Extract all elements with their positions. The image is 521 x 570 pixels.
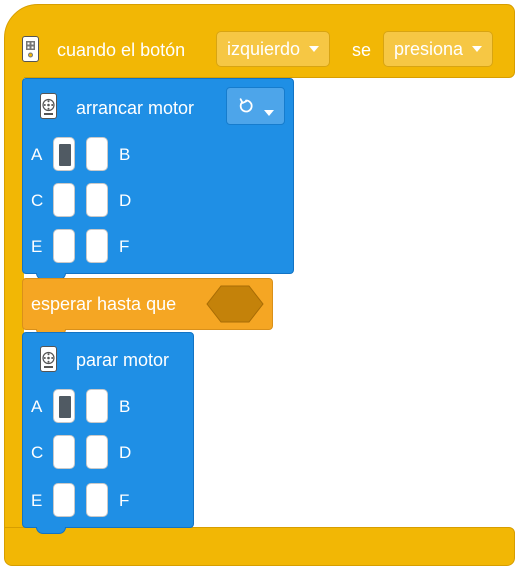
port-a-toggle[interactable] bbox=[53, 137, 75, 171]
port-a-toggle[interactable] bbox=[53, 389, 75, 423]
port-d-toggle[interactable] bbox=[86, 435, 108, 469]
port-label-a: A bbox=[31, 145, 43, 164]
port-label-d: D bbox=[119, 191, 132, 210]
port-label-a: A bbox=[31, 397, 43, 416]
c-block-bottom[interactable] bbox=[4, 527, 515, 566]
port-f-toggle[interactable] bbox=[86, 229, 108, 263]
port-f-toggle[interactable] bbox=[86, 483, 108, 517]
port-e-toggle[interactable] bbox=[53, 229, 75, 263]
motor-icon bbox=[40, 93, 57, 119]
se-label: se bbox=[352, 40, 372, 60]
stop-motor-title: parar motor bbox=[76, 350, 170, 370]
port-d-toggle[interactable] bbox=[86, 183, 108, 217]
button-select-value: izquierdo bbox=[227, 39, 301, 59]
chevron-down-icon bbox=[472, 46, 483, 53]
port-label-c: C bbox=[31, 191, 44, 210]
port-label-c: C bbox=[31, 443, 44, 462]
c-block-arm bbox=[4, 60, 24, 540]
start-motor-title: arrancar motor bbox=[76, 98, 195, 118]
port-selected-indicator bbox=[59, 144, 71, 166]
port-selected-indicator bbox=[59, 396, 71, 418]
when-button-label: cuando el botón bbox=[57, 40, 186, 60]
chevron-down-icon bbox=[309, 46, 320, 53]
port-label-d: D bbox=[119, 443, 132, 462]
boolean-condition-slot[interactable] bbox=[205, 285, 265, 323]
motor-icon bbox=[40, 346, 57, 372]
stop-motor-connector bbox=[36, 527, 66, 534]
hub-icon bbox=[22, 36, 39, 62]
port-b-toggle[interactable] bbox=[86, 137, 108, 171]
port-label-e: E bbox=[31, 491, 43, 510]
button-select-dropdown[interactable]: izquierdo bbox=[216, 31, 331, 67]
chevron-down-icon bbox=[264, 109, 274, 116]
action-select-dropdown[interactable]: presiona bbox=[383, 31, 494, 67]
action-select-value: presiona bbox=[394, 39, 464, 59]
port-label-b: B bbox=[119, 145, 131, 164]
port-label-f: F bbox=[119, 237, 130, 256]
port-label-b: B bbox=[119, 397, 131, 416]
port-label-f: F bbox=[119, 491, 130, 510]
port-c-toggle[interactable] bbox=[53, 183, 75, 217]
direction-dropdown[interactable] bbox=[226, 87, 285, 125]
rotate-ccw-icon bbox=[237, 97, 255, 115]
port-c-toggle[interactable] bbox=[53, 435, 75, 469]
port-e-toggle[interactable] bbox=[53, 483, 75, 517]
wait-until-label: esperar hasta que bbox=[31, 294, 177, 314]
port-label-e: E bbox=[31, 237, 43, 256]
port-b-toggle[interactable] bbox=[86, 389, 108, 423]
